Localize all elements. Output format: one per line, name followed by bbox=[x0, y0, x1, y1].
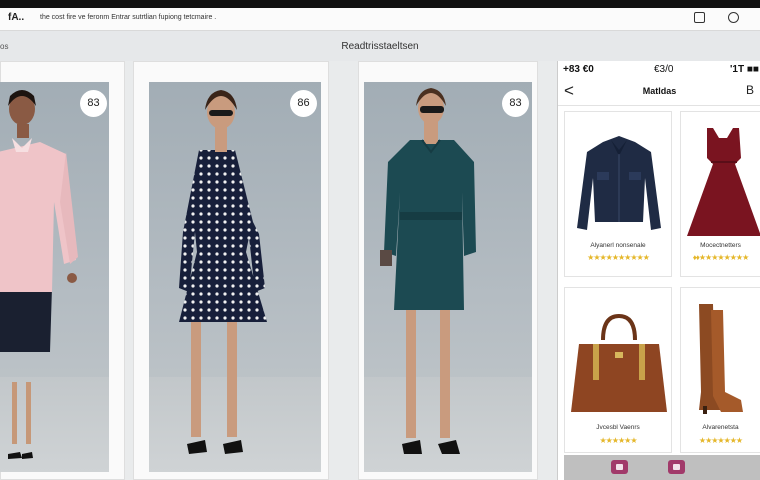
product-name: Jvcesbl Vaenrs bbox=[596, 424, 640, 431]
top-strip bbox=[0, 0, 760, 8]
status-middle: €3/0 bbox=[654, 64, 674, 75]
model-figure-1 bbox=[0, 90, 78, 459]
rating-stars: ★★★★★★★★★★ bbox=[587, 253, 650, 262]
model-card-2[interactable]: 86 bbox=[149, 82, 321, 472]
product-tile[interactable]: Mocectnetters ♦♦★★★★★★★★ bbox=[680, 111, 760, 277]
app-nav-bar: < Matldas B bbox=[558, 77, 760, 106]
rating-stars: ★★★★★★★ bbox=[698, 436, 743, 445]
window-circle-icon[interactable] bbox=[728, 12, 739, 23]
shop-tab-icon[interactable] bbox=[611, 460, 628, 474]
ticker-text: the cost fire ve feronm Entrar sutrtlian… bbox=[40, 14, 217, 21]
knee-boots-image bbox=[699, 304, 743, 414]
rating-stars: ★★★★★★ bbox=[599, 436, 637, 445]
model-card-1[interactable]: 83 bbox=[0, 82, 109, 472]
app-title: Matldas bbox=[642, 86, 677, 96]
model-card-3[interactable]: 83 bbox=[364, 82, 532, 472]
product-name: Mocectnetters bbox=[700, 242, 741, 249]
burgundy-dress-image bbox=[687, 128, 760, 236]
phone-status-bar: +83 €0 €3/0 '1T ■■ bbox=[558, 61, 760, 77]
section-title: Readtrisstaeltsen bbox=[341, 41, 419, 52]
shop-app-panel: +83 €0 €3/0 '1T ■■ < Matldas B Alyanerl … bbox=[557, 61, 760, 480]
product-name: Alyanerl nonsenale bbox=[590, 242, 646, 249]
bottom-tab-bar bbox=[564, 455, 760, 480]
status-signal: '1T ■■ bbox=[730, 64, 759, 75]
brown-handbag-image bbox=[571, 313, 667, 412]
rating-stars: ♦♦★★★★★★★★ bbox=[692, 253, 750, 262]
model-figure-2 bbox=[179, 90, 267, 454]
product-tile[interactable]: Jvcesbl Vaenrs ★★★★★★ bbox=[564, 287, 672, 453]
window-square-icon[interactable] bbox=[694, 12, 705, 23]
bag-icon[interactable]: B bbox=[746, 83, 754, 97]
product-name: Alvarenetsta bbox=[702, 424, 739, 431]
brand-label: fA.. bbox=[8, 12, 25, 23]
cart-tab-icon[interactable] bbox=[668, 460, 685, 474]
price-badge[interactable]: 86 bbox=[290, 90, 317, 117]
denim-jacket-image bbox=[577, 136, 661, 230]
status-time: +83 €0 bbox=[563, 64, 594, 75]
price-badge[interactable]: 83 bbox=[80, 90, 107, 117]
product-tile[interactable]: Alyanerl nonsenale ★★★★★★★★★★ bbox=[564, 111, 672, 277]
price-badge[interactable]: 83 bbox=[502, 90, 529, 117]
section-header: os Readtrisstaeltsen bbox=[0, 31, 760, 61]
browser-toolbar: fA.. the cost fire ve feronm Entrar sutr… bbox=[0, 8, 760, 31]
model-figure-3 bbox=[380, 88, 476, 454]
product-tile[interactable]: Alvarenetsta ★★★★★★★ bbox=[680, 287, 760, 453]
